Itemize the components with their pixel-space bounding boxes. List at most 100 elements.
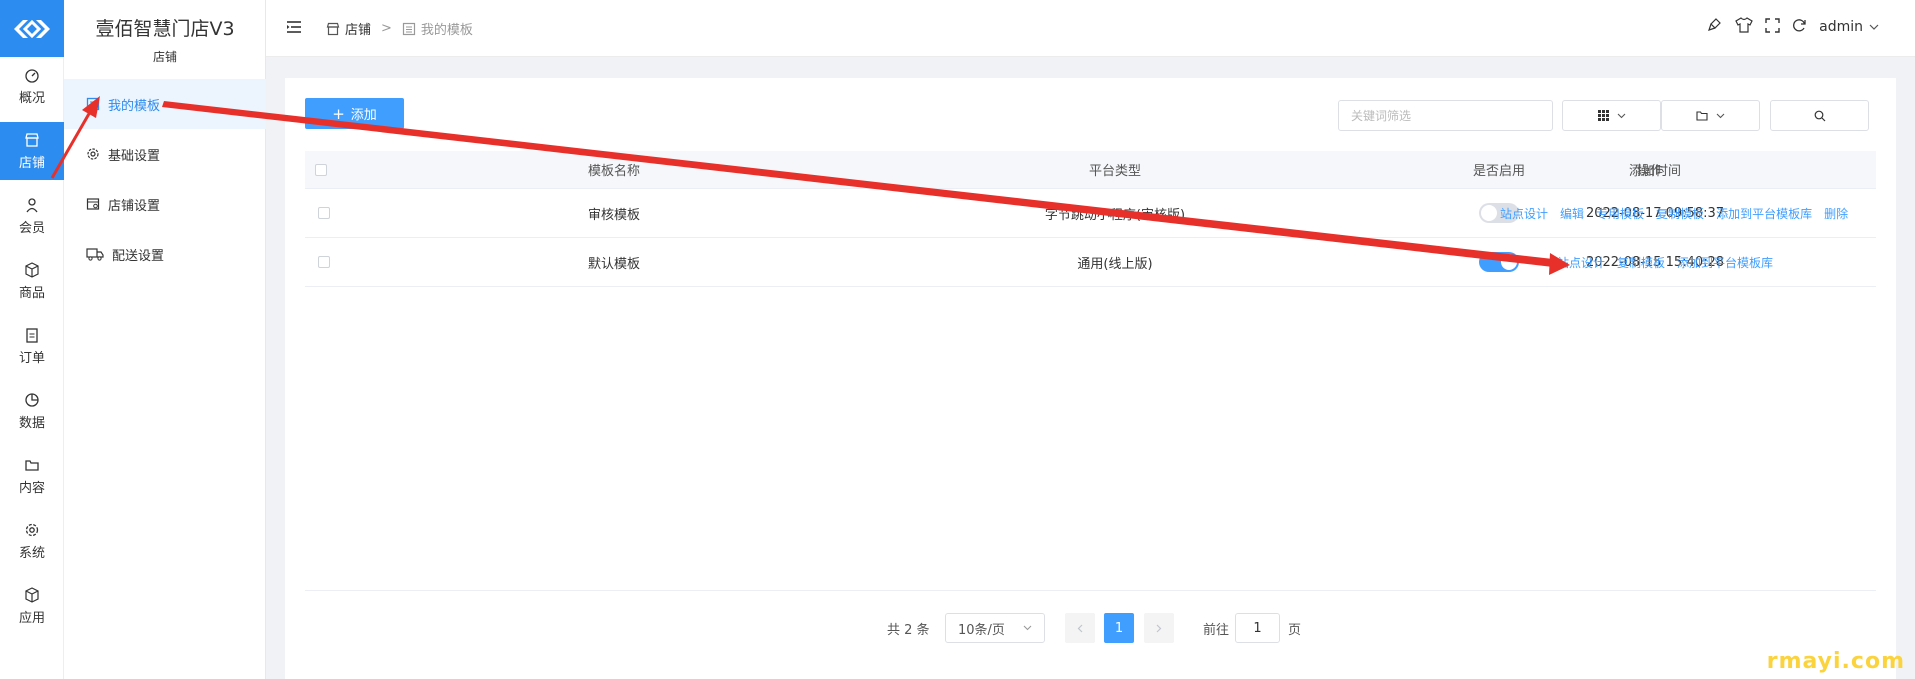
next-page-button[interactable] (1144, 613, 1174, 643)
table-bottom-divider (305, 590, 1876, 591)
cube-icon (25, 586, 39, 603)
menu-item-label: 基础设置 (108, 148, 161, 164)
action-site-design[interactable]: 站点设计 (1500, 205, 1548, 222)
chevron-down-icon (1869, 24, 1879, 30)
rail-item-goods[interactable]: 商品 (0, 252, 64, 310)
tshirt-icon[interactable] (1735, 17, 1753, 37)
rail-item-label: 会员 (18, 220, 45, 236)
rail-item-label: 应用 (18, 610, 45, 626)
gear-icon (86, 147, 100, 161)
rail-item-label: 数据 (18, 415, 45, 431)
rail-item-label: 概况 (18, 90, 45, 106)
store-icon (25, 132, 39, 147)
pagination: 共 2 条 10条/页 1 前往 1 页 (285, 613, 1896, 643)
chevron-down-icon (1716, 113, 1725, 118)
breadcrumb-current: 我的模板 (420, 23, 473, 38)
menu-item-label: 店铺设置 (108, 198, 161, 214)
search-icon (1814, 110, 1825, 121)
header-enabled: 是否启用 (1472, 164, 1525, 179)
menu-item-label: 我的模板 (108, 98, 161, 114)
rail-item-member[interactable]: 会员 (0, 187, 64, 245)
rail-item-overview[interactable]: 概况 (0, 57, 64, 115)
add-button[interactable]: + 添加 (305, 98, 404, 129)
goto-prefix: 前往 (1203, 622, 1230, 638)
grid-icon (1597, 110, 1609, 121)
chevron-right-icon (1156, 624, 1162, 632)
row-checkbox[interactable] (318, 238, 330, 286)
sub-nav-sidebar: 壹佰智慧门店V3 店铺 我的模板 基础设置 店铺设置 配送设置 (64, 0, 266, 679)
table-row: 默认模板 通用(线上版) 2022-08-15 15:40:28 站点设计 复制… (305, 238, 1876, 287)
username: admin (1819, 19, 1863, 35)
action-copy-template[interactable]: 复制模板 (1656, 205, 1704, 222)
platform-type: 通用(线上版) (1077, 256, 1153, 272)
menu-item-my-templates[interactable]: 我的模板 (64, 79, 266, 129)
search-button[interactable] (1770, 100, 1869, 131)
menu-item-store-settings[interactable]: 店铺设置 (64, 179, 266, 229)
keyword-filter-input[interactable] (1338, 100, 1553, 131)
table-row: 审核模板 字节跳动小程序(审核版) 2022-08-17 09:58:37 站点… (305, 189, 1876, 238)
goto-suffix: 页 (1288, 622, 1302, 638)
breadcrumb: 店铺 > 我的模板 (326, 19, 473, 38)
user-icon (26, 197, 38, 212)
action-copy-template[interactable]: 复制模板 (1617, 254, 1665, 271)
template-icon (86, 97, 100, 111)
app-title: 壹佰智慧门店V3 (95, 18, 235, 40)
action-dedicated-template[interactable]: 专用模板 (1596, 205, 1644, 222)
user-menu[interactable]: admin (1819, 19, 1879, 35)
page-size-value: 10条/页 (958, 622, 1005, 638)
rail-item-label: 商品 (18, 285, 45, 301)
prev-page-button[interactable] (1065, 613, 1095, 643)
refresh-icon[interactable] (1792, 18, 1807, 37)
rail-item-system[interactable]: 系统 (0, 512, 64, 570)
rail-item-order[interactable]: 订单 (0, 317, 64, 375)
rail-item-label: 订单 (18, 350, 45, 366)
menu-item-delivery-settings[interactable]: 配送设置 (64, 229, 266, 279)
pagination-total: 共 2 条 (887, 622, 930, 638)
template-list-card: + 添加 模板名称 平台类型 是否启用 添加时间 操作 审核模板 字节跳动小程序… (285, 78, 1896, 679)
app-logo[interactable] (0, 0, 64, 57)
action-site-design[interactable]: 站点设计 (1557, 254, 1605, 271)
select-all-checkbox[interactable] (315, 151, 327, 188)
header-actions: admin (1707, 17, 1879, 37)
row-actions: 站点设计 复制模板 添加到平台模板库 (1557, 238, 1773, 286)
chevron-down-icon (1023, 625, 1032, 631)
action-add-to-platform-library[interactable]: 添加到平台模板库 (1716, 205, 1812, 222)
rail-item-label: 系统 (18, 545, 45, 561)
chevron-left-icon (1077, 624, 1083, 632)
export-button[interactable] (1661, 100, 1760, 131)
watermark-text: rmayi.com (1766, 649, 1905, 674)
rail-item-label: 内容 (18, 480, 45, 496)
add-button-label: 添加 (350, 108, 377, 123)
page-size-select[interactable]: 10条/页 (945, 613, 1045, 643)
plus-icon: + (332, 104, 345, 123)
enable-switch[interactable] (1479, 252, 1519, 272)
truck-icon (86, 247, 104, 261)
action-edit[interactable]: 编辑 (1560, 205, 1584, 222)
logo-icon (14, 19, 50, 38)
column-toggle-button[interactable] (1562, 100, 1661, 131)
page-number-current[interactable]: 1 (1104, 613, 1134, 643)
rail-item-apps[interactable]: 应用 (0, 577, 64, 635)
box-icon (25, 261, 39, 278)
action-delete[interactable]: 删除 (1824, 205, 1848, 222)
table-header-row: 模板名称 平台类型 是否启用 添加时间 操作 (305, 151, 1876, 189)
template-name: 审核模板 (588, 207, 641, 223)
menu-toggle-icon[interactable] (286, 20, 302, 38)
menu-item-label: 配送设置 (112, 248, 165, 264)
rail-item-data[interactable]: 数据 (0, 382, 64, 440)
header-platform-type: 平台类型 (1088, 164, 1141, 179)
goto-page-input[interactable]: 1 (1235, 613, 1280, 643)
menu-item-basic-settings[interactable]: 基础设置 (64, 129, 266, 179)
enabled-cell (1445, 238, 1553, 286)
fullscreen-icon[interactable] (1765, 17, 1780, 37)
action-add-to-platform-library[interactable]: 添加到平台模板库 (1677, 254, 1773, 271)
section-title: 店铺 (152, 50, 177, 64)
rail-item-store[interactable]: 店铺 (0, 122, 64, 180)
shop-settings-icon (86, 197, 100, 211)
brush-icon[interactable] (1707, 17, 1723, 37)
rail-item-content[interactable]: 内容 (0, 447, 64, 505)
breadcrumb-parent[interactable]: 店铺 (345, 19, 371, 38)
row-checkbox[interactable] (318, 189, 330, 237)
clipboard-icon (26, 327, 38, 343)
header-operations: 操作 (1636, 164, 1663, 179)
